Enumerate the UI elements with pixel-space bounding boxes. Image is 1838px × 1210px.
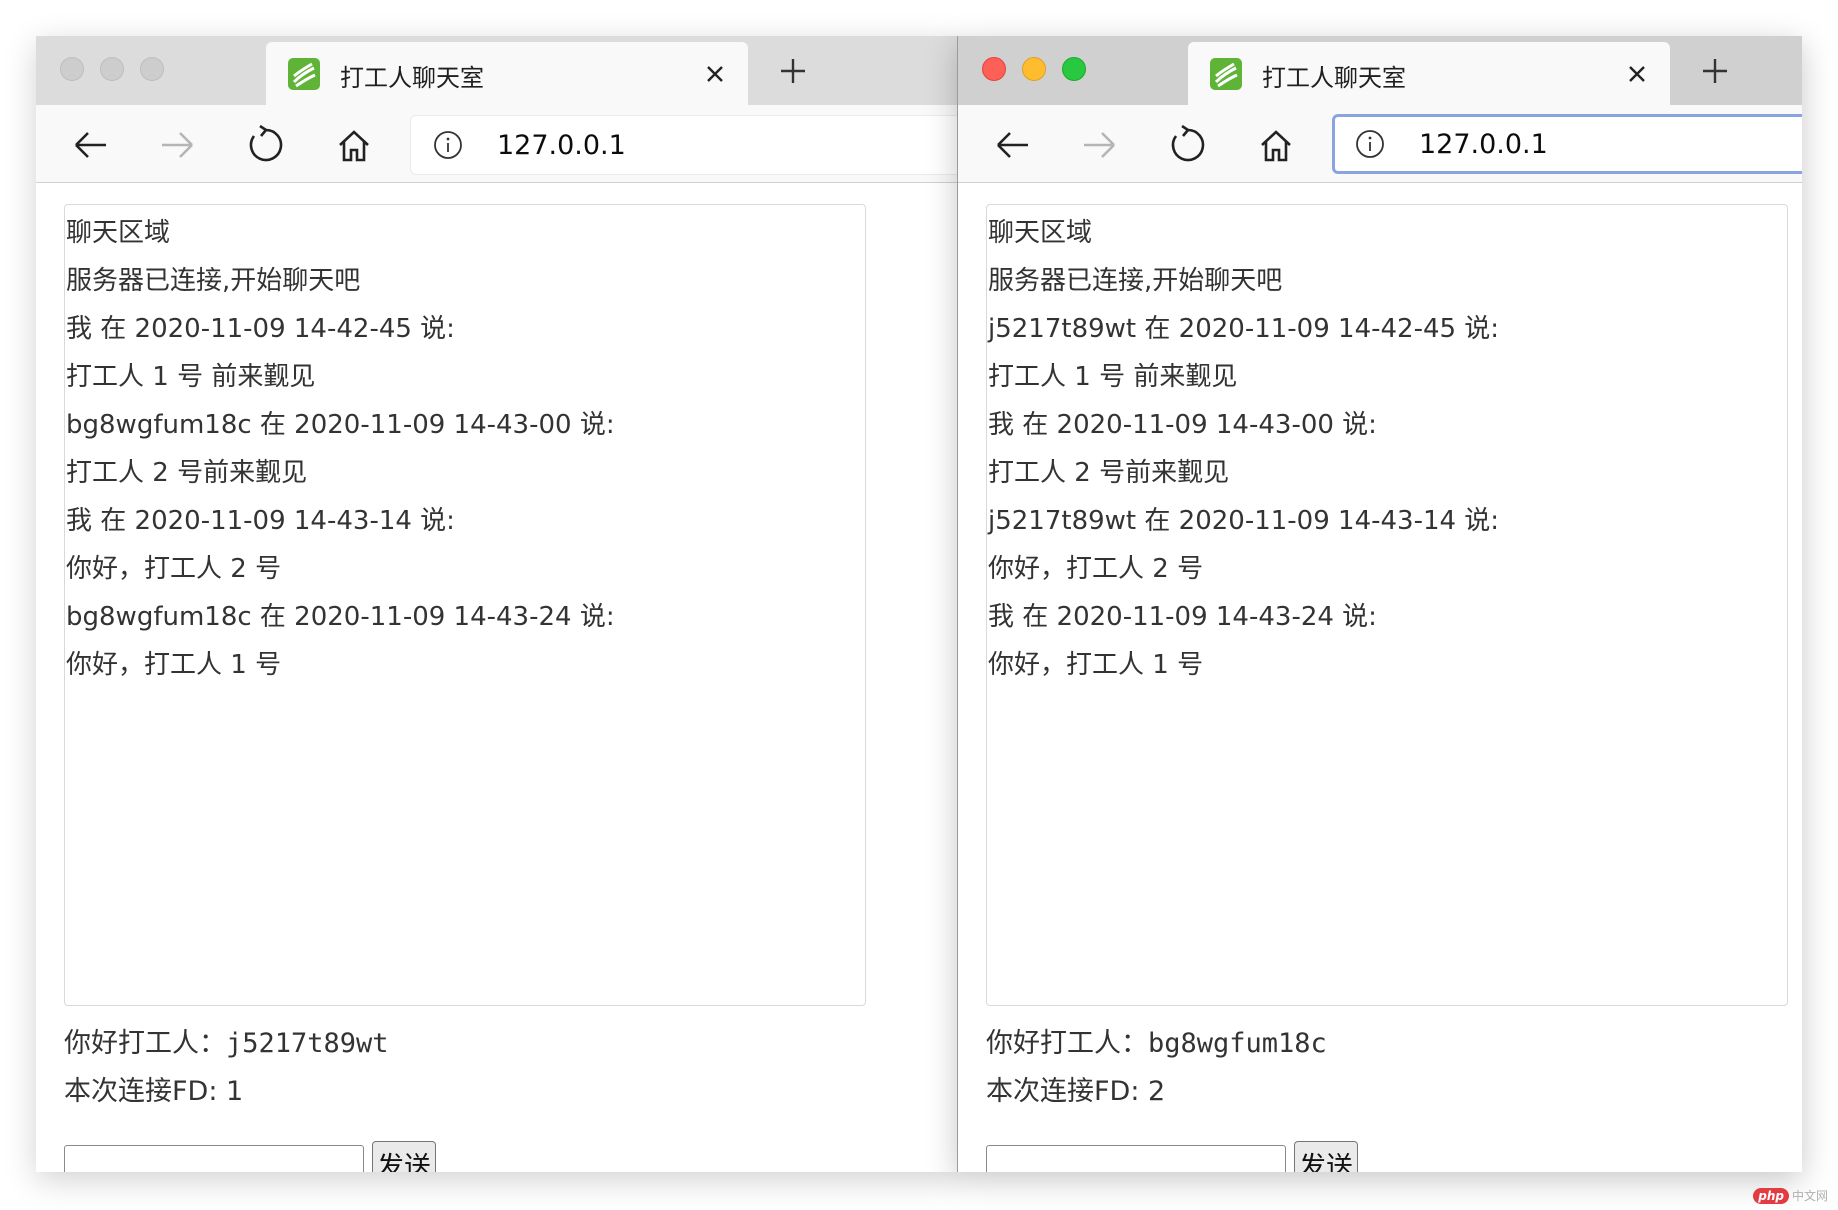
minimize-window-button[interactable] [1022, 57, 1046, 81]
home-icon[interactable] [334, 125, 374, 165]
address-bar[interactable]: 127.0.0.1 [410, 115, 957, 175]
desktop: 打工人聊天室 127.0.0.1 聊天区域 服务器已连接,开始聊天吧 我 在 2… [0, 0, 1838, 1210]
plus-icon[interactable] [1698, 54, 1732, 88]
chat-line: 我 在 2020-11-09 14-43-00 说: [988, 410, 1377, 440]
address-bar[interactable]: 127.0.0.1 [1332, 114, 1802, 174]
user-greeting: 你好打工人：j5217t89wt [64, 1020, 389, 1068]
user-greeting: 你好打工人：bg8wgfum18c [986, 1020, 1327, 1068]
message-input[interactable] [64, 1145, 364, 1172]
site-watermark: php 中文网 [1753, 1187, 1828, 1204]
tab-title: 打工人聊天室 [340, 64, 484, 92]
close-window-button[interactable] [982, 57, 1006, 81]
forward-arrow-icon[interactable] [1080, 125, 1120, 165]
navigation-toolbar: 127.0.0.1 [36, 105, 957, 183]
tab-title: 打工人聊天室 [1262, 64, 1406, 92]
browser-window-right: 打工人聊天室 127.0.0.1 聊天区域 服务器已连接,开始聊天吧 j5217… [957, 36, 1802, 1172]
close-icon[interactable] [1624, 61, 1650, 87]
chat-line: 你好，打工人 2 号 [66, 554, 282, 584]
chat-line: bg8wgfum18c 在 2020-11-09 14-43-24 说: [66, 602, 615, 632]
page-content: 聊天区域 服务器已连接,开始聊天吧 j5217t89wt 在 2020-11-0… [958, 184, 1802, 1172]
page-content: 聊天区域 服务器已连接,开始聊天吧 我 在 2020-11-09 14-42-4… [36, 184, 957, 1172]
chat-line: 我 在 2020-11-09 14-43-14 说: [66, 506, 455, 536]
back-arrow-icon[interactable] [70, 125, 110, 165]
chat-line: 打工人 1 号 前来觐见 [988, 362, 1238, 392]
browser-tab[interactable]: 打工人聊天室 [266, 42, 748, 105]
chat-line: bg8wgfum18c 在 2020-11-09 14-43-00 说: [66, 410, 615, 440]
chat-area: 聊天区域 服务器已连接,开始聊天吧 j5217t89wt 在 2020-11-0… [986, 204, 1788, 1006]
chat-heading: 聊天区域 [988, 218, 1093, 248]
home-icon[interactable] [1256, 125, 1296, 165]
greeting-prefix: 你好打工人： [986, 1028, 1148, 1059]
watermark-text: 中文网 [1791, 1189, 1828, 1203]
user-id: bg8wgfum18c [1148, 1028, 1327, 1059]
browser-tab[interactable]: 打工人聊天室 [1188, 42, 1670, 105]
reload-icon[interactable] [1168, 124, 1208, 165]
send-button[interactable]: 发送 [372, 1141, 436, 1172]
back-arrow-icon[interactable] [992, 125, 1032, 165]
chat-line: 服务器已连接,开始聊天吧 [66, 266, 361, 296]
browser-window-left: 打工人聊天室 127.0.0.1 聊天区域 服务器已连接,开始聊天吧 我 在 2… [36, 36, 957, 1172]
reload-icon[interactable] [246, 124, 286, 165]
close-window-button[interactable] [60, 57, 84, 81]
info-icon[interactable] [1355, 129, 1385, 159]
chat-line: 你好，打工人 1 号 [988, 650, 1204, 680]
message-input[interactable] [986, 1145, 1286, 1172]
chat-line: 你好，打工人 2 号 [988, 554, 1204, 584]
chat-area: 聊天区域 服务器已连接,开始聊天吧 我 在 2020-11-09 14-42-4… [64, 204, 866, 1006]
chat-line: 打工人 2 号前来觐见 [988, 458, 1230, 488]
zoom-window-button[interactable] [1062, 57, 1086, 81]
connection-fd: 本次连接FD: 2 [986, 1076, 1166, 1107]
forward-arrow-icon[interactable] [158, 125, 198, 165]
tab-logo-icon [288, 58, 320, 90]
send-button[interactable]: 发送 [1294, 1141, 1358, 1172]
minimize-window-button[interactable] [100, 57, 124, 81]
chat-line: 你好，打工人 1 号 [66, 650, 282, 680]
chat-line: 我 在 2020-11-09 14-43-24 说: [988, 602, 1377, 632]
chat-heading: 聊天区域 [66, 218, 171, 248]
info-icon[interactable] [433, 130, 463, 160]
plus-icon[interactable] [776, 54, 810, 88]
user-id: j5217t89wt [226, 1028, 389, 1059]
tab-logo-icon [1210, 58, 1242, 90]
connection-fd: 本次连接FD: 1 [64, 1076, 244, 1107]
chat-line: j5217t89wt 在 2020-11-09 14-42-45 说: [988, 314, 1500, 344]
chat-line: 打工人 2 号前来觐见 [66, 458, 308, 488]
greeting-prefix: 你好打工人： [64, 1028, 226, 1059]
title-bar: 打工人聊天室 [36, 36, 957, 105]
url-text: 127.0.0.1 [497, 130, 626, 161]
navigation-toolbar: 127.0.0.1 [958, 105, 1802, 183]
zoom-window-button[interactable] [140, 57, 164, 81]
chat-line: j5217t89wt 在 2020-11-09 14-43-14 说: [988, 506, 1500, 536]
chat-line: 打工人 1 号 前来觐见 [66, 362, 316, 392]
chat-line: 我 在 2020-11-09 14-42-45 说: [66, 314, 455, 344]
title-bar: 打工人聊天室 [958, 36, 1802, 105]
watermark-badge: php [1753, 1188, 1789, 1204]
chat-line: 服务器已连接,开始聊天吧 [988, 266, 1283, 296]
url-text: 127.0.0.1 [1419, 129, 1548, 160]
close-icon[interactable] [702, 61, 728, 87]
